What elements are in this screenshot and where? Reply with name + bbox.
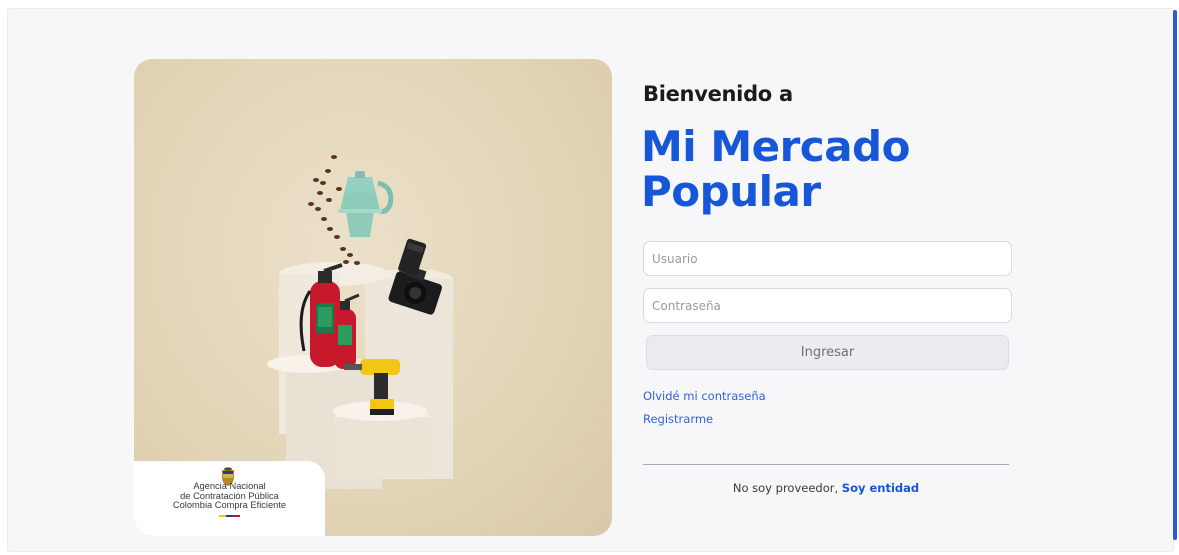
not-provider-text: No soy proveedor,: [732, 481, 839, 495]
brand-title: Mi Mercado Popular: [641, 124, 910, 214]
welcome-text: Bienvenido a: [643, 82, 793, 106]
username-input[interactable]: [643, 241, 1012, 276]
agency-name: Agencia Nacional de Contratación Pública…: [134, 481, 325, 511]
vertical-scrollbar[interactable]: [1173, 10, 1177, 540]
brand-title-line2: Popular: [641, 167, 821, 216]
entity-link[interactable]: Soy entidad: [842, 481, 919, 495]
forgot-password-link[interactable]: Olvidé mi contraseña: [643, 389, 766, 403]
brand-title-line1: Mi Mercado: [641, 122, 910, 171]
agency-logo: Agencia Nacional de Contratación Pública…: [134, 461, 325, 536]
divider: [643, 464, 1009, 465]
password-input[interactable]: [643, 288, 1012, 323]
login-button-label: Ingresar: [800, 345, 855, 360]
moka-pot: [338, 171, 394, 237]
login-button[interactable]: Ingresar: [646, 335, 1009, 370]
footer-text: No soy proveedor, Soy entidad: [643, 481, 1009, 495]
agency-name-line3: Colombia Compra Eficiente: [172, 500, 287, 510]
colombia-flag-stripe: [219, 515, 240, 517]
register-link[interactable]: Registrarme: [643, 412, 713, 426]
